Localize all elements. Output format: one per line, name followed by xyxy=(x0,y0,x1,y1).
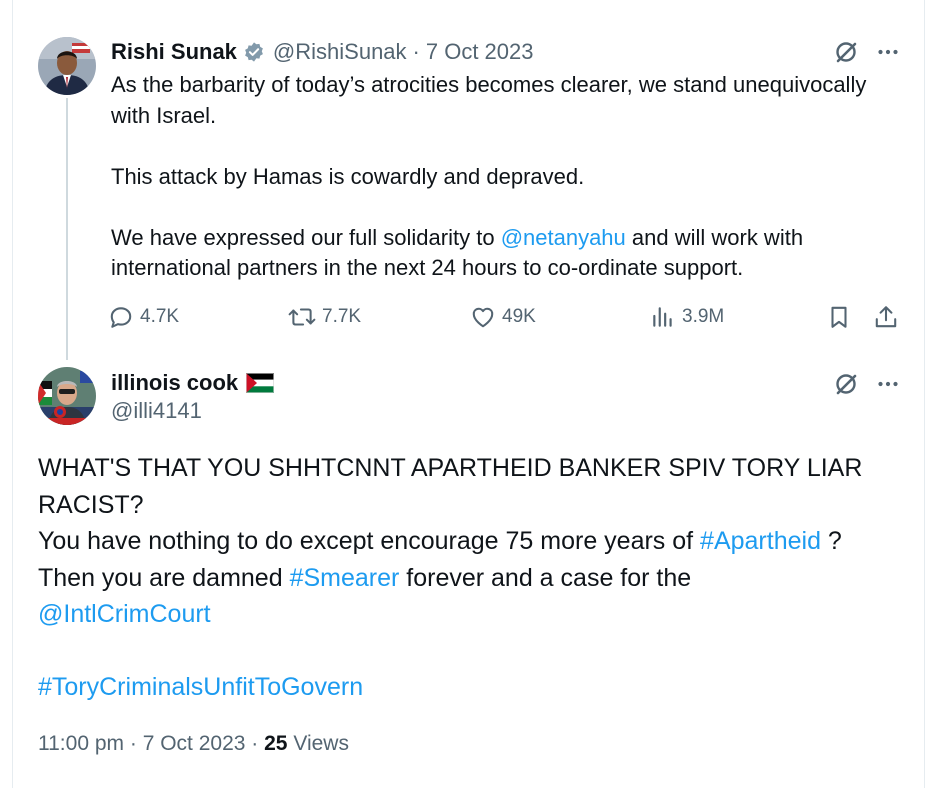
author-name[interactable]: Rishi Sunak xyxy=(111,39,237,65)
thread-line xyxy=(66,98,68,360)
tweet2-text: WHAT'S THAT YOU SHHTCNNT APARTHEID BANKE… xyxy=(38,450,908,706)
author-name[interactable]: illinois cook xyxy=(111,370,238,396)
analytics-icon xyxy=(653,307,672,327)
bookmark-button[interactable] xyxy=(826,300,858,334)
separator-dot: · xyxy=(251,732,259,755)
author-handle[interactable]: @RishiSunak xyxy=(273,39,407,65)
more-icon[interactable] xyxy=(876,372,900,396)
tweet-paragraph: As the barbarity of today’s atrocities b… xyxy=(111,72,867,128)
hashtag-link[interactable]: #Apartheid xyxy=(700,527,821,555)
avatar[interactable] xyxy=(38,367,96,425)
text-segment: ? xyxy=(820,527,842,555)
views-count: 3.9M xyxy=(682,306,725,327)
tweet2-meta: 11:00 pm · 7 Oct 2023 · 25 Views xyxy=(38,732,349,756)
text-segment: We have expressed our full solidarity to xyxy=(111,224,501,250)
reply-button[interactable]: 4.7K xyxy=(108,300,179,334)
tweet-date[interactable]: 7 Oct 2023 xyxy=(426,39,534,65)
tweet-date[interactable]: 7 Oct 2023 xyxy=(143,732,246,755)
tweet-paragraph: WHAT'S THAT YOU SHHTCNNT APARTHEID BANKE… xyxy=(38,454,863,519)
text-segment: Then you are damned xyxy=(38,563,290,592)
text-segment: You have nothing to do except encourage … xyxy=(38,527,701,555)
like-count: 49K xyxy=(502,306,536,327)
repost-button[interactable]: 7.7K xyxy=(288,300,361,334)
tweet2-header: illinois cook xyxy=(111,368,275,398)
reply-count: 4.7K xyxy=(140,306,180,327)
tweet1-top-actions xyxy=(834,40,900,64)
views-label: Views xyxy=(293,732,349,755)
separator-dot: · xyxy=(412,39,420,64)
mention-link[interactable]: @netanyahu xyxy=(501,225,626,250)
author-handle[interactable]: @illi4141 xyxy=(111,398,202,424)
text-segment: forever and a case for the xyxy=(399,563,692,592)
palestine-flag-icon xyxy=(246,373,275,393)
hashtag-link[interactable]: #Smearer xyxy=(290,564,400,592)
tweet1-header: Rishi Sunak @RishiSunak · 7 Oct 2023 xyxy=(111,37,534,67)
hashtag-link[interactable]: #ToryCriminalsUnfitToGovern xyxy=(38,673,363,701)
share-icon xyxy=(875,306,897,328)
tweet-paragraph: Then you are damned #Smearer forever and… xyxy=(38,560,908,597)
tweet2-top-actions xyxy=(834,372,900,396)
mention-link[interactable]: @IntlCrimCourt xyxy=(38,600,211,628)
tweet-paragraph: #ToryCriminalsUnfitToGovern xyxy=(38,669,908,706)
reply-icon xyxy=(110,307,132,328)
repost-count: 7.7K xyxy=(322,306,362,327)
views-button[interactable]: 3.9M xyxy=(650,300,724,334)
grok-icon[interactable] xyxy=(834,40,858,64)
tweet1-text: As the barbarity of today’s atrocities b… xyxy=(111,70,891,284)
avatar[interactable] xyxy=(38,37,96,95)
grok-icon[interactable] xyxy=(834,372,858,396)
tweet-paragraph: We have expressed our full solidarity to… xyxy=(111,223,891,284)
tweet-time[interactable]: 11:00 pm xyxy=(38,732,124,755)
separator-dot: · xyxy=(129,732,137,755)
tweet-paragraph: You have nothing to do except encourage … xyxy=(38,523,908,560)
heart-icon xyxy=(472,307,494,328)
tweet1-action-bar: 4.7K 7.7K 49K 3.9M xyxy=(108,300,903,334)
verified-badge-icon xyxy=(243,41,265,63)
like-button[interactable]: 49K xyxy=(470,300,536,334)
frame-border-right xyxy=(924,0,925,788)
tweet-paragraph: @IntlCrimCourt xyxy=(38,596,908,633)
frame-border-left xyxy=(12,0,13,788)
views-count: 25 xyxy=(264,732,288,755)
tweet-paragraph: This attack by Hamas is cowardly and dep… xyxy=(111,163,585,189)
share-button[interactable] xyxy=(873,300,905,334)
bookmark-icon xyxy=(831,306,847,328)
repost-icon xyxy=(288,308,316,326)
more-icon[interactable] xyxy=(876,40,900,64)
